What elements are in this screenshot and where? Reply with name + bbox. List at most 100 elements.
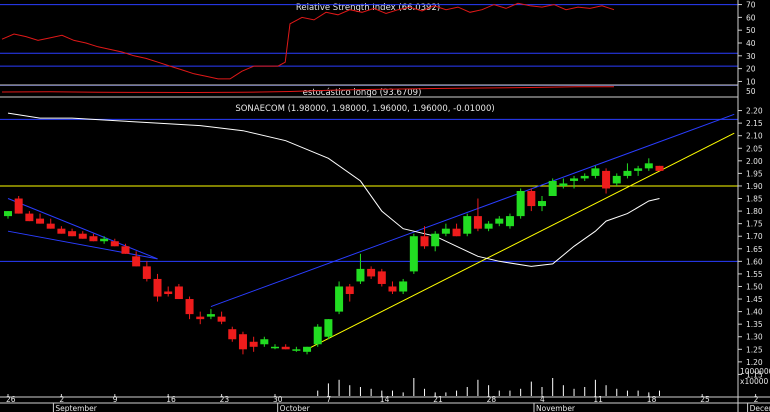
x-tick-label-0: 26	[6, 395, 16, 404]
price-tick-label-16: 1.95	[746, 169, 763, 178]
price-tick-label-3: 1.30	[746, 333, 763, 342]
candle-61	[655, 165, 664, 171]
candle-body-26	[281, 346, 290, 350]
candle-body-50	[538, 201, 546, 207]
price-tick-label-1: 1.20	[746, 358, 763, 367]
candle-body-45	[484, 223, 493, 229]
candle-body-7	[78, 233, 87, 239]
price-tick-label-11: 1.70	[746, 232, 763, 241]
price-tick-label-21: 2.20	[746, 107, 763, 116]
candle-body-37	[399, 281, 408, 292]
candle-body-47	[505, 216, 514, 227]
candle-body-48	[516, 190, 525, 217]
candle-body-49	[527, 190, 536, 207]
rsi-tick-label-0: 10	[746, 77, 756, 86]
candle-body-56	[602, 170, 611, 189]
candle-body-36	[388, 286, 397, 292]
candle-body-39	[420, 236, 429, 247]
candle-body-58	[623, 170, 632, 176]
price-tick-label-18: 2.05	[746, 144, 763, 153]
candle-body-27	[292, 349, 301, 351]
x-tick-label-9: 28	[487, 395, 497, 404]
candle-body-42	[452, 228, 461, 237]
candle-body-17	[185, 299, 194, 315]
month-label-0: September	[55, 404, 97, 412]
candle-body-28	[303, 346, 312, 352]
candle-48	[516, 188, 525, 219]
candle-body-13	[142, 266, 151, 279]
price-tick-label-13: 1.80	[746, 207, 763, 216]
candle-body-53	[570, 178, 579, 181]
price-tick-label-8: 1.55	[746, 270, 763, 279]
candle-body-10	[110, 241, 119, 247]
month-label-1: October	[280, 404, 311, 412]
candle-body-46	[495, 218, 504, 224]
x-tick-label-13: 25	[700, 395, 710, 404]
price-tick-label-5: 1.40	[746, 308, 763, 317]
candle-body-54	[580, 175, 589, 179]
x-tick-label-14: 2	[754, 395, 759, 404]
candle-body-12	[132, 256, 141, 267]
candle-body-4	[46, 223, 55, 229]
candle-38	[409, 233, 418, 274]
candle-body-15	[164, 291, 173, 295]
rsi-tick-label-5: 60	[746, 13, 756, 22]
price-tick-label-6: 1.45	[746, 295, 763, 304]
x-tick-label-6: 7	[326, 395, 331, 404]
candle-body-38	[409, 236, 418, 272]
x-tick-label-8: 21	[433, 395, 443, 404]
candle-29	[313, 324, 322, 347]
x-tick-label-1: 2	[59, 395, 64, 404]
month-label-2: November	[536, 404, 576, 412]
candle-body-33	[356, 268, 365, 282]
price-tick-label-10: 1.65	[746, 245, 763, 254]
candle-body-29	[313, 326, 322, 345]
candle-body-18	[196, 316, 205, 320]
price-tick-label-9: 1.60	[746, 257, 763, 266]
candle-body-60	[644, 163, 653, 169]
candle-body-31	[335, 286, 344, 312]
price-tick-label-19: 2.10	[746, 132, 763, 141]
candle-body-57	[612, 175, 621, 184]
x-tick-label-3: 16	[166, 395, 176, 404]
candle-35	[377, 268, 386, 287]
month-label-3: December	[750, 404, 770, 412]
x-tick-label-2: 9	[113, 395, 118, 404]
candle-body-40	[431, 233, 440, 247]
chart-background	[0, 0, 770, 412]
candle-body-35	[377, 271, 386, 284]
candle-body-2	[25, 213, 34, 222]
volume-tick-label: 1000000	[740, 367, 770, 376]
rsi-tick-label-6: 70	[746, 1, 756, 10]
candle-body-5	[57, 228, 66, 234]
candle-body-41	[441, 228, 450, 234]
x-tick-label-7: 14	[380, 395, 390, 404]
rsi-tick-label-1: 20	[746, 65, 756, 74]
price-tick-label-20: 2.15	[746, 119, 763, 128]
candle-body-51	[548, 180, 557, 197]
stochastic-y-axis-ticks: 50	[746, 87, 756, 96]
price-tick-label-17: 2.00	[746, 157, 763, 166]
price-tick-label-15: 1.90	[746, 182, 763, 191]
candle-body-8	[89, 236, 98, 242]
price-tick-label-2: 1.25	[746, 345, 763, 354]
candle-body-6	[68, 231, 77, 237]
candle-body-0	[4, 211, 12, 217]
candle-body-9	[100, 238, 109, 242]
rsi-tick-label-4: 50	[746, 26, 756, 35]
price-tick-label-14: 1.85	[746, 195, 763, 204]
candle-body-24	[260, 339, 269, 345]
x-tick-label-4: 23	[220, 395, 230, 404]
candle-body-16	[174, 286, 183, 300]
candle-body-52	[559, 183, 568, 186]
candle-body-30	[324, 319, 333, 337]
price-title: SONAECOM (1.98000, 1.98000, 1.96000, 1.9…	[235, 104, 494, 114]
candle-body-32	[345, 286, 354, 295]
candle-body-61	[655, 165, 664, 171]
candle-body-43	[463, 216, 472, 234]
price-tick-label-12: 1.75	[746, 220, 763, 229]
price-tick-label-7: 1.50	[746, 282, 763, 291]
candle-43	[463, 213, 472, 237]
x-tick-label-12: 18	[647, 395, 657, 404]
candle-body-21	[228, 329, 237, 340]
